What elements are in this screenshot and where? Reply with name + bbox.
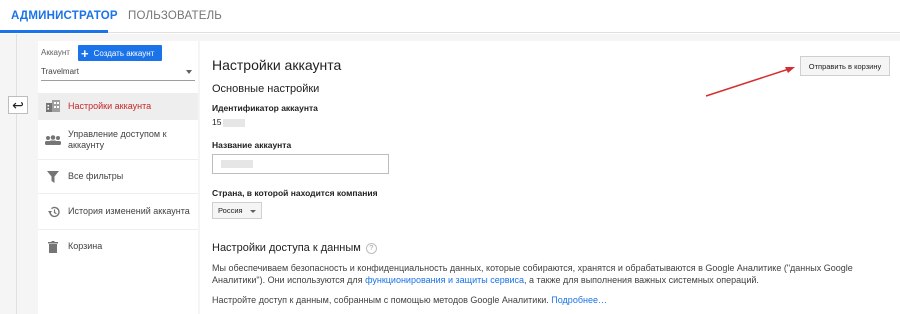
chevron-down-icon bbox=[186, 70, 192, 74]
redacted-block bbox=[221, 160, 253, 168]
tab-admin[interactable]: АДМИНИСТРАТОР bbox=[11, 10, 118, 22]
people-icon bbox=[38, 134, 68, 145]
create-account-button[interactable]: + Создать аккаунт bbox=[78, 45, 162, 61]
account-id-value: 15 bbox=[212, 117, 246, 127]
data-access-description: Мы обеспечиваем безопасность и конфиденц… bbox=[212, 262, 882, 286]
help-icon[interactable]: ? bbox=[365, 242, 377, 254]
data-access-text-2: , а также для выполнения важных системны… bbox=[524, 275, 759, 285]
rail-divider bbox=[16, 34, 17, 314]
redacted-block bbox=[223, 118, 246, 127]
sidebar-item-label: История изменений аккаунта bbox=[68, 206, 190, 216]
country-select[interactable]: Россия bbox=[212, 202, 262, 219]
sidebar-item-label: Управление доступом к аккаунту bbox=[68, 128, 167, 150]
move-to-trash-button[interactable]: Отправить в корзину bbox=[800, 56, 890, 76]
data-access-setup-label: Настройте доступ к данным, собранным с п… bbox=[212, 295, 552, 305]
sidebar: Аккаунт + Создать аккаунт Travelmart Нас… bbox=[38, 41, 198, 314]
data-access-heading-text: Настройки доступа к данным bbox=[212, 242, 361, 254]
top-tab-bar: АДМИНИСТРАТОР ПОЛЬЗОВАТЕЛЬ bbox=[0, 0, 900, 33]
sidebar-menu: Настройки аккаунта Управление доступом к… bbox=[38, 93, 198, 263]
back-button[interactable]: ↩ bbox=[8, 96, 28, 114]
account-name-label: Название аккаунта bbox=[212, 140, 292, 150]
main-panel: Настройки аккаунта Отправить в корзину О… bbox=[200, 41, 900, 314]
building-icon bbox=[38, 100, 68, 112]
account-id-label: Идентификатор аккаунта bbox=[212, 103, 318, 113]
service-functioning-link[interactable]: функционирования и защиты сервиса bbox=[365, 275, 524, 285]
account-id-text: 15 bbox=[212, 117, 222, 127]
page-title: Настройки аккаунта bbox=[212, 57, 342, 73]
basic-settings-heading: Основные настройки bbox=[212, 83, 320, 95]
back-arrow-icon: ↩ bbox=[12, 97, 24, 113]
sidebar-item-label: Корзина bbox=[68, 241, 103, 251]
sidebar-item-access-management[interactable]: Управление доступом к аккаунту bbox=[38, 119, 198, 159]
data-access-setup-text: Настройте доступ к данным, собранным с п… bbox=[212, 294, 882, 306]
sidebar-item-label: Настройки аккаунта bbox=[68, 100, 152, 111]
sidebar-item-trash[interactable]: Корзина bbox=[38, 229, 198, 263]
filter-icon bbox=[38, 170, 68, 183]
country-select-value: Россия bbox=[218, 206, 243, 215]
sidebar-item-label: Все фильтры bbox=[68, 171, 124, 181]
sidebar-item-all-filters[interactable]: Все фильтры bbox=[38, 159, 198, 193]
account-select[interactable]: Travelmart bbox=[41, 67, 195, 81]
history-icon bbox=[38, 206, 68, 218]
tab-admin-indicator bbox=[0, 30, 108, 33]
learn-more-link[interactable]: Подробнее… bbox=[551, 295, 607, 305]
account-label: Аккаунт bbox=[41, 48, 70, 57]
sidebar-item-account-settings[interactable]: Настройки аккаунта bbox=[38, 93, 198, 119]
data-access-heading: Настройки доступа к данным? bbox=[212, 242, 377, 254]
trash-icon bbox=[38, 240, 68, 253]
chevron-down-icon bbox=[250, 210, 256, 213]
account-select-value: Travelmart bbox=[41, 67, 79, 76]
plus-icon: + bbox=[81, 45, 89, 61]
account-name-input[interactable] bbox=[212, 154, 389, 174]
sidebar-item-change-history[interactable]: История изменений аккаунта bbox=[38, 193, 198, 229]
tab-user[interactable]: ПОЛЬЗОВАТЕЛЬ bbox=[128, 10, 222, 22]
country-label: Страна, в которой находится компания bbox=[212, 188, 378, 198]
create-account-label: Создать аккаунт bbox=[93, 48, 155, 58]
